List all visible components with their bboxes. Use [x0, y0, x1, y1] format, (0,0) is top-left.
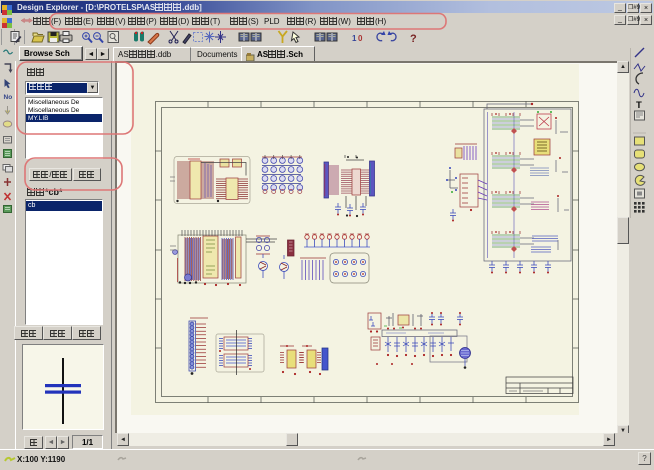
svg-text:1: 1 [352, 34, 357, 43]
svg-text:0: 0 [358, 34, 363, 43]
svg-text:No: No [4, 94, 13, 101]
svg-text:?: ? [410, 33, 417, 45]
svg-text:T: T [636, 100, 642, 111]
